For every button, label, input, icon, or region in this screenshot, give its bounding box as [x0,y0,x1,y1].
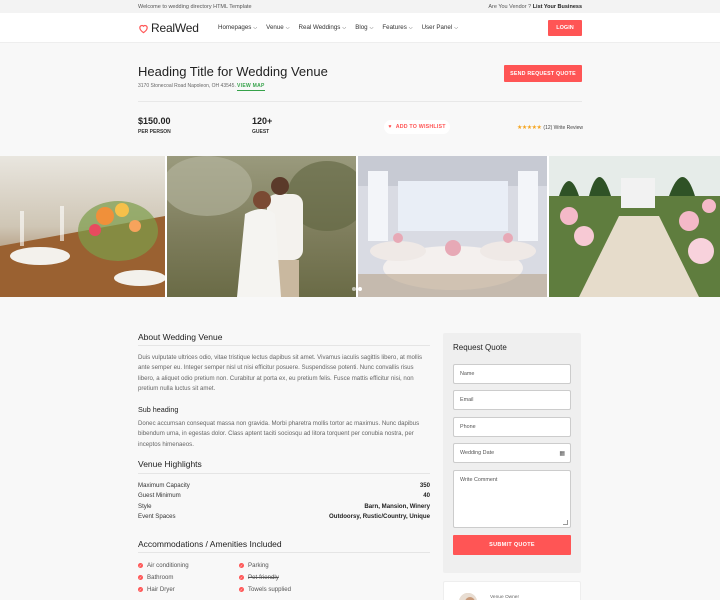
gallery-photo-table-setting[interactable] [0,156,165,297]
highlight-row: Maximum Capacity 350 [138,482,430,489]
photo-gallery[interactable] [0,156,720,297]
wedding-date-placeholder: Wedding Date [460,450,495,456]
logo-text: RealWed [151,21,199,35]
sub-paragraph: Donec accumsan consequat massa non gravi… [138,420,420,448]
about-divider [138,345,430,346]
heart-logo-icon [139,24,148,33]
vendor-question: Are You Vendor ? [488,4,532,10]
gallery-pagination [352,287,362,291]
resize-handle-icon[interactable] [563,520,568,525]
venue-title: Heading Title for Wedding Venue [138,64,328,79]
venue-address: 3170 Stonecoal Road Napoleon, OH 43545. [138,83,236,89]
chevron-down-icon: ⌵ [408,25,413,31]
name-field[interactable]: Name [453,364,571,384]
check-icon: ✓ [138,563,143,568]
rating: ★★★★★ (12) Write Review [517,124,583,132]
venue-header [0,43,720,156]
price-value: $150.00 [138,116,171,126]
heart-icon: ♥ [388,124,392,130]
comment-textarea[interactable]: Write Comment [453,470,571,528]
check-icon: ✓ [138,575,143,580]
gallery-dot-2[interactable] [358,287,362,291]
gallery-photo-couple[interactable] [167,156,356,297]
send-request-quote-button[interactable]: SEND REQUEST QUOTE [504,65,582,82]
amenity-item: ✓ Air conditioning [138,562,189,569]
gallery-photo-ceremony-aisle[interactable] [549,156,720,297]
check-icon: ✓ [138,587,143,592]
comment-placeholder: Write Comment [460,477,498,483]
venue-owner-label: Venue Owner [490,595,520,600]
guest-label: GUEST [252,129,270,135]
wishlist-label: ADD TO WISHLIST [395,124,446,130]
email-field[interactable]: Email [453,390,571,410]
chevron-down-icon: ⌵ [342,25,347,31]
highlight-row: Event Spaces Outdoorsy, Rustic/Country, U… [138,513,430,520]
gallery-dot-1[interactable] [352,287,356,291]
chevron-down-icon: ⌵ [285,25,290,31]
check-icon: ✓ [239,587,244,592]
phone-field[interactable]: Phone [453,417,571,437]
login-button[interactable]: LOGIN [548,20,582,36]
highlight-row: Style Barn, Mansion, Winery [138,503,430,510]
nav-item-real-weddings[interactable]: Real Weddings ⌵ [299,24,347,31]
write-review-link[interactable]: (12) Write Review [543,125,583,131]
nav-item-homepages[interactable]: Homepages ⌵ [218,24,257,31]
nav-item-user-panel[interactable]: User Panel ⌵ [422,24,458,31]
subheading: Sub heading [138,405,179,414]
nav-item-venue[interactable]: Venue ⌵ [266,24,289,31]
submit-quote-button[interactable]: SUBMIT QUOTE [453,535,571,555]
amenities-title: Accommodations / Amenities Included [138,539,282,549]
check-icon: ✓ [239,563,244,568]
calendar-icon[interactable]: ▦ [559,450,565,457]
check-icon: ✓ [239,575,244,580]
list-business-link[interactable]: List Your Business [533,4,582,10]
chevron-down-icon: ⌵ [369,25,374,31]
amenity-item: ✓ Towels supplied [239,586,292,593]
chevron-down-icon: ⌵ [454,25,458,31]
vendor-prompt: Are You Vendor ? List Your Business [488,4,582,10]
logo[interactable]: RealWed [138,21,199,35]
amenity-item: ✓ Bathroom [138,574,174,581]
highlight-row: Guest Minimum 40 [138,492,430,499]
gallery-photo-reception-hall[interactable] [358,156,547,297]
add-to-wishlist-button[interactable]: ♥ ADD TO WISHLIST [384,120,450,134]
main-nav: RealWed Homepages ⌵ Venue ⌵ Real Weddings ⌵… [0,13,720,43]
amenities-divider [138,552,430,553]
price-label: PER PERSON [138,129,171,135]
view-map-link[interactable]: VIEW MAP [237,83,265,91]
wedding-date-field[interactable]: Wedding Date ▦ [453,443,571,463]
top-bar: Welcome to wedding directory HTML Templa… [0,0,720,13]
request-quote-title: Request Quote [453,343,507,352]
amenity-item: ✓ Parking [239,562,269,569]
nav-item-features[interactable]: Features ⌵ [382,24,412,31]
amenity-item-unavailable: ✓ Pet-friendly [239,574,279,581]
amenity-item: ✓ Hair Dryer [138,586,175,593]
welcome-text: Welcome to wedding directory HTML Templa… [138,4,252,10]
header-divider [138,101,582,102]
about-title: About Wedding Venue [138,332,223,342]
star-rating-icon: ★★★★★ [517,125,542,131]
highlights-divider [138,473,430,474]
about-paragraph: Duis vulputate ultrices odio, vitae tris… [138,354,423,393]
chevron-down-icon: ⌵ [253,25,258,31]
nav-menu: Homepages ⌵ Venue ⌵ Real Weddings ⌵ Blog ⌵ F… [218,24,458,31]
guest-value: 120+ [252,116,273,126]
highlights-title: Venue Highlights [138,459,202,469]
nav-item-blog[interactable]: Blog ⌵ [355,24,373,31]
